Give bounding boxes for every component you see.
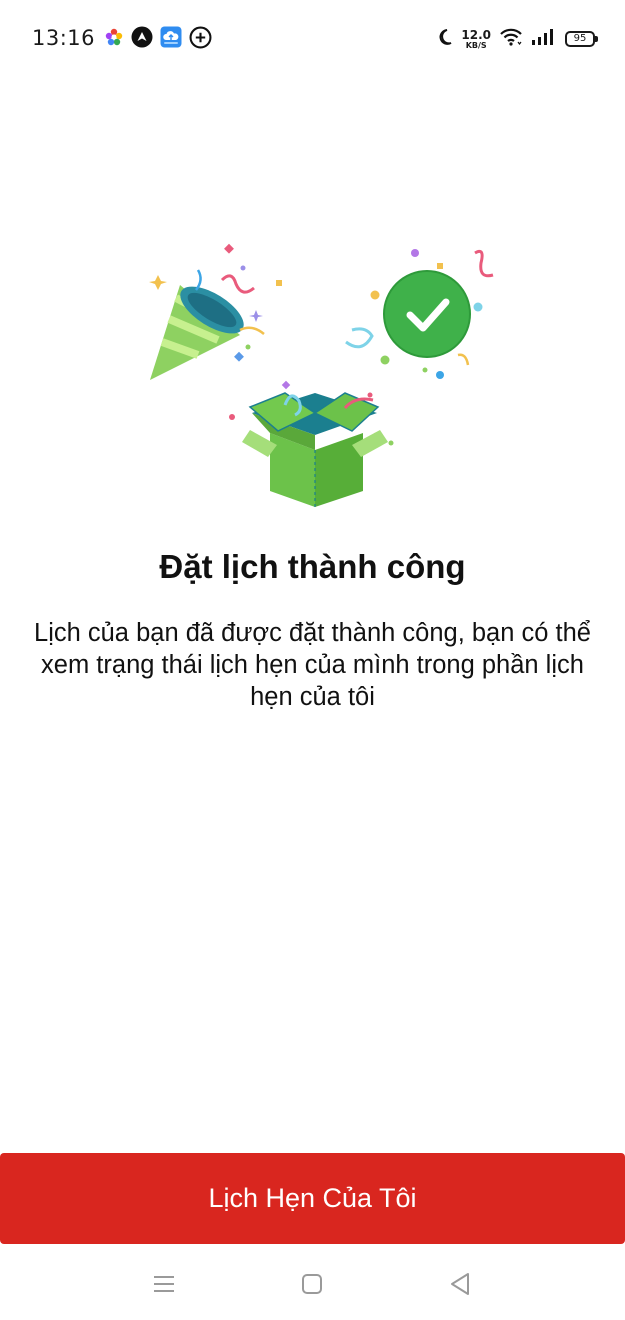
- my-appointments-button[interactable]: Lịch Hẹn Của Tôi: [0, 1153, 625, 1244]
- battery-level: 95: [573, 33, 587, 44]
- booking-success-illustration: [149, 243, 494, 507]
- network-speed-value: 12.0: [461, 27, 491, 42]
- gift-box-icon: [242, 392, 388, 507]
- system-icons: 12.0 KB/S 95: [437, 25, 598, 53]
- add-circle-icon: [189, 26, 212, 53]
- back-icon[interactable]: [440, 1266, 480, 1302]
- wifi-icon: [499, 27, 523, 51]
- network-speed: 12.0 KB/S: [461, 29, 491, 50]
- status-time: 13:16: [32, 26, 96, 50]
- battery-icon: 95: [565, 31, 598, 47]
- cloud-app-icon: [160, 26, 182, 52]
- menu-icon[interactable]: [144, 1266, 184, 1302]
- success-description: Lịch của bạn đã được đặt thành công, bạn…: [34, 619, 591, 711]
- party-popper-icon: [150, 285, 244, 380]
- booking-success-screen: 13:16 12.0 KB/S 95 Đặt lịch thành công L…: [0, 0, 625, 1320]
- nav-app-icon: [131, 26, 153, 52]
- moon-icon: [437, 28, 453, 50]
- page-title: Đặt lịch thành công: [159, 548, 466, 585]
- flower-app-icon: [104, 27, 124, 51]
- check-circle-icon: [383, 270, 471, 358]
- status-bar: 13:16 12.0 KB/S 95: [0, 0, 625, 78]
- home-icon[interactable]: [292, 1266, 332, 1302]
- system-nav-bar: [0, 1250, 625, 1320]
- notification-icons: [104, 26, 212, 53]
- network-speed-unit: KB/S: [465, 40, 487, 50]
- signal-icon: [531, 28, 553, 50]
